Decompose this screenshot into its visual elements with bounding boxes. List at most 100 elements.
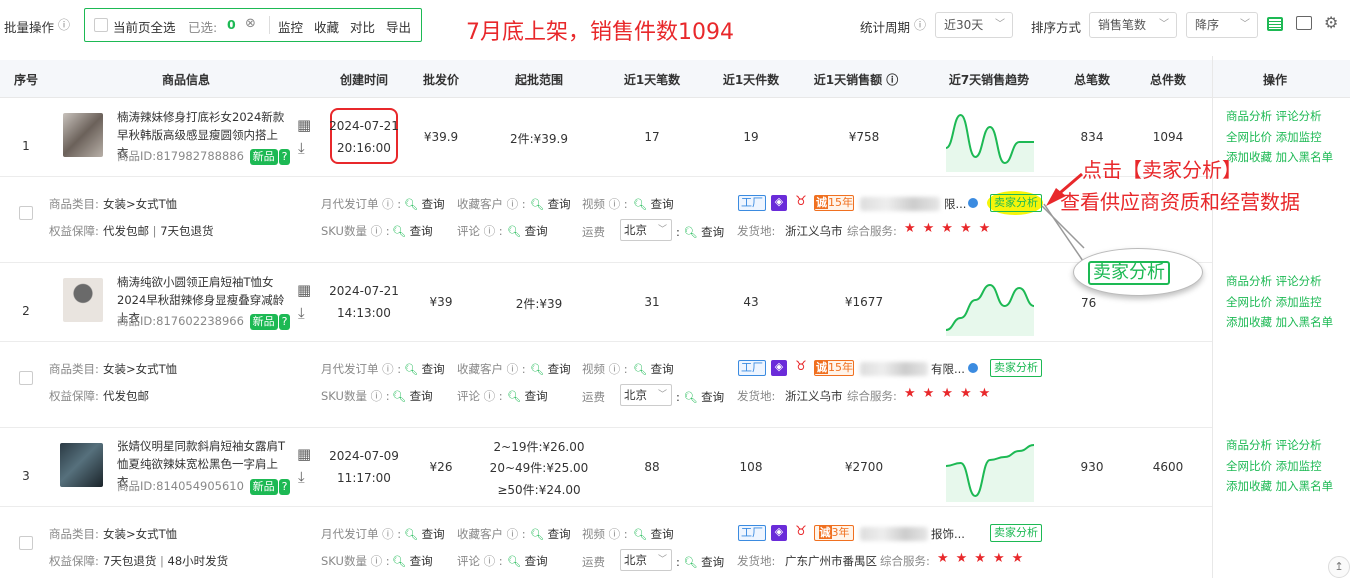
query-button[interactable]: : 🔍︎ 查询 <box>676 389 724 405</box>
add-favorite-link[interactable]: 添加收藏 <box>1226 315 1272 329</box>
review-analysis-link[interactable]: 评论分析 <box>1276 438 1322 452</box>
query-button[interactable]: 🔍︎ 查询 <box>392 388 433 404</box>
query-button[interactable]: 🔍︎ 查询 <box>392 553 433 569</box>
monitor-button[interactable]: 监控 <box>278 17 303 36</box>
guarantee-label: 权益保障: <box>49 389 99 403</box>
help-icon[interactable]: ⓘ <box>58 16 70 33</box>
seller-name-tail[interactable]: 有限... <box>931 361 965 377</box>
col-total-orders[interactable]: 总笔数 <box>1074 71 1110 88</box>
col-total-pieces[interactable]: 总件数 <box>1150 71 1186 88</box>
row-checkbox[interactable] <box>19 536 33 550</box>
col-created[interactable]: 创建时间 <box>340 71 388 88</box>
col-day-sales[interactable]: 近1天销售额 ⓘ <box>814 71 899 88</box>
query-button[interactable]: 🔍︎ 查询 <box>633 361 674 377</box>
period-help-icon[interactable]: ⓘ <box>914 16 926 33</box>
brand-badge-icon: ◈ <box>771 195 787 211</box>
product-id: 商品ID:817602238966 新品? <box>117 313 291 330</box>
col-day-orders[interactable]: 近1天笔数 <box>624 71 680 88</box>
qrcode-icon[interactable]: ▦ <box>297 116 311 134</box>
image-view-icon[interactable] <box>1296 16 1312 30</box>
ship-city-select[interactable]: 北京 ﹀ <box>620 384 672 406</box>
row-checkbox[interactable] <box>19 206 33 220</box>
new-badge: 新品 <box>249 479 278 495</box>
seller-name-tail[interactable]: 限... <box>944 196 966 212</box>
row-checkbox[interactable] <box>19 371 33 385</box>
ship-city-select[interactable]: 北京 ﹀ <box>620 219 672 241</box>
trend-sparkline[interactable] <box>943 436 1037 502</box>
product-thumbnail[interactable] <box>63 278 103 322</box>
day-sales: ¥758 <box>848 130 880 144</box>
col-price[interactable]: 批发价 <box>423 71 459 88</box>
add-monitor-link[interactable]: 添加监控 <box>1276 459 1322 473</box>
query-button[interactable]: 🔍︎ 查询 <box>633 526 674 542</box>
qrcode-icon[interactable]: ▦ <box>297 281 311 299</box>
seller-analysis-button[interactable]: 卖家分析 <box>990 359 1042 377</box>
order-select[interactable]: 降序 ﹀ <box>1186 12 1258 38</box>
compare-button[interactable]: 对比 <box>350 17 375 36</box>
add-favorite-link[interactable]: 添加收藏 <box>1226 479 1272 493</box>
service-label: 综合服务: <box>880 554 930 568</box>
product-analysis-link[interactable]: 商品分析 <box>1226 274 1272 288</box>
query-button[interactable]: : 🔍︎ 查询 <box>676 224 724 240</box>
col-day-pieces[interactable]: 近1天件数 <box>723 71 779 88</box>
ship-city-select[interactable]: 北京 ﹀ <box>620 549 672 571</box>
list-view-icon[interactable] <box>1267 17 1283 31</box>
download-icon[interactable]: ⤓ <box>298 139 305 157</box>
row-index: 3 <box>22 469 30 483</box>
query-button[interactable]: 🔍︎ 查询 <box>633 196 674 212</box>
day-pieces: 43 <box>743 295 759 309</box>
review-analysis-link[interactable]: 评论分析 <box>1276 109 1322 123</box>
scroll-top-icon[interactable]: ↥ <box>1328 556 1350 578</box>
order-range-tier-2: 20~49件:¥25.00 <box>489 461 589 475</box>
category-label: 商品类目: <box>49 527 99 541</box>
shield-badge-icon: ♉ <box>795 359 807 374</box>
add-monitor-link[interactable]: 添加监控 <box>1276 295 1322 309</box>
shipping-label: 运费 <box>582 390 605 404</box>
ship-from-value: 浙江义乌市 <box>785 389 843 403</box>
download-icon[interactable]: ⤓ <box>298 468 305 486</box>
sort-select[interactable]: 销售笔数 ﹀ <box>1089 12 1177 38</box>
settings-gear-icon[interactable]: ⚙ <box>1324 13 1338 32</box>
query-button[interactable]: 🔍︎ 查询 <box>507 553 548 569</box>
query-button[interactable]: 🔍︎ 查询 <box>507 223 548 239</box>
qrcode-icon[interactable]: ▦ <box>297 445 311 463</box>
order-range-tier-1: 2~19件:¥26.00 <box>493 440 585 454</box>
period-select[interactable]: 近30天 ﹀ <box>935 12 1013 38</box>
download-icon[interactable]: ⤓ <box>298 304 305 322</box>
query-button[interactable]: 🔍︎ 查询 <box>404 361 445 377</box>
product-thumbnail[interactable] <box>63 113 103 157</box>
query-button[interactable]: 🔍︎ 查询 <box>530 526 571 542</box>
query-button[interactable]: 🔍︎ 查询 <box>404 196 445 212</box>
sku-label: SKU数量 ⓘ : <box>321 224 390 238</box>
review-analysis-link[interactable]: 评论分析 <box>1276 274 1322 288</box>
clear-selection-icon[interactable]: ⊗ <box>245 16 256 31</box>
query-button[interactable]: 🔍︎ 查询 <box>404 526 445 542</box>
guarantee-value: 代发包邮 | 7天包退货 <box>103 224 214 238</box>
product-thumbnail[interactable] <box>60 443 103 487</box>
wholesale-price: ¥39.9 <box>423 130 459 144</box>
created-date: 2024-07-21 <box>329 119 399 133</box>
favorite-button[interactable]: 收藏 <box>314 17 339 36</box>
price-compare-link[interactable]: 全网比价 <box>1226 130 1272 144</box>
export-button[interactable]: 导出 <box>386 17 411 36</box>
blacklist-link[interactable]: 加入黑名单 <box>1276 150 1334 164</box>
query-button[interactable]: : 🔍︎ 查询 <box>676 554 724 570</box>
query-button[interactable]: 🔍︎ 查询 <box>392 223 433 239</box>
seller-analysis-button[interactable]: 卖家分析 <box>990 524 1042 542</box>
query-button[interactable]: 🔍︎ 查询 <box>530 196 571 212</box>
select-all-checkbox[interactable] <box>94 18 108 32</box>
add-monitor-link[interactable]: 添加监控 <box>1276 130 1322 144</box>
product-analysis-link[interactable]: 商品分析 <box>1226 438 1272 452</box>
blacklist-link[interactable]: 加入黑名单 <box>1276 479 1334 493</box>
product-analysis-link[interactable]: 商品分析 <box>1226 109 1272 123</box>
total-orders: 930 <box>1080 460 1104 474</box>
seller-name-tail[interactable]: 报饰... <box>931 526 965 542</box>
query-button[interactable]: 🔍︎ 查询 <box>507 388 548 404</box>
price-compare-link[interactable]: 全网比价 <box>1226 295 1272 309</box>
query-button[interactable]: 🔍︎ 查询 <box>530 361 571 377</box>
trend-area <box>946 445 1034 502</box>
selected-count: 0 <box>227 17 236 32</box>
blacklist-link[interactable]: 加入黑名单 <box>1276 315 1334 329</box>
shipping-label: 运费 <box>582 555 605 569</box>
price-compare-link[interactable]: 全网比价 <box>1226 459 1272 473</box>
